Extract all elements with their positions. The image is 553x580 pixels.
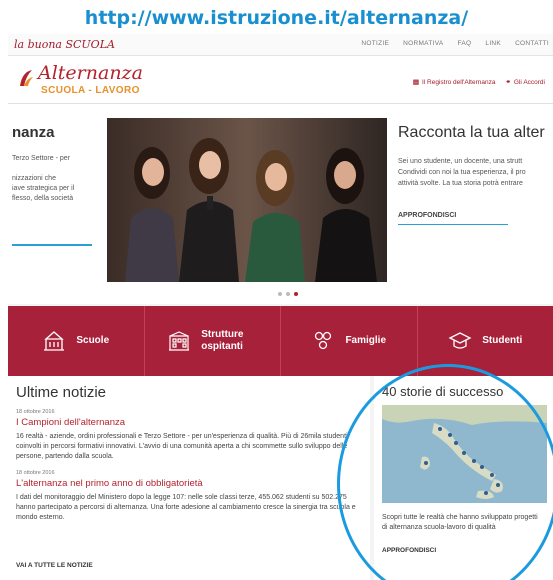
hero-left-line-4: flesso, della società: [12, 195, 74, 202]
news-item: 18 ottobre 2016 I Campioni dell'alternan…: [16, 409, 362, 462]
nav-link[interactable]: LINK: [485, 40, 501, 47]
italy-map-image: [382, 405, 547, 503]
category-strutture-label: Strutture ospitanti: [201, 329, 244, 352]
hero-left-line-1: Terzo Settore - per: [12, 155, 70, 162]
hero-left-line-3: iave strategica per il: [12, 185, 75, 192]
carousel-dot-2[interactable]: [286, 292, 290, 296]
success-approfondisci-link[interactable]: APPROFONDISCI: [382, 547, 545, 554]
registro-label: Il Registro dell'Alternanza: [421, 79, 496, 86]
category-scuole-label: Scuole: [76, 335, 110, 346]
nav-contatti[interactable]: CONTATTI: [515, 40, 549, 47]
alternanza-logo-icon: [20, 70, 33, 86]
url-banner: http://www.istruzione.it/alternanza/: [84, 7, 469, 29]
link-icon: ⚭: [505, 79, 511, 86]
register-icon: ▤: [412, 79, 419, 86]
category-strutture-ospitanti[interactable]: Strutture ospitanti: [145, 306, 281, 376]
news-title-link[interactable]: L'alternanza nel primo anno di obbligato…: [16, 478, 362, 489]
news-title-link[interactable]: I Campioni dell'alternanza: [16, 417, 362, 428]
news-heading: Ultime notizie: [16, 384, 107, 401]
hero-approfondisci-link[interactable]: APPROFONDISCI: [398, 212, 456, 219]
hero-photo-students[interactable]: [107, 118, 387, 282]
hero-right-line-2: Condividi con noi la tua esperienza, il …: [398, 169, 526, 176]
all-news-link[interactable]: VAI A TUTTE LE NOTIZIE: [16, 562, 93, 569]
category-famiglie-label: Famiglie: [345, 335, 387, 346]
hero-carousel: nanza Terzo Settore - per nizzazioni che…: [8, 104, 553, 304]
hero-left-text: Terzo Settore - per nizzazioni che iave …: [12, 154, 104, 204]
carousel-dots: [278, 292, 298, 296]
students-icon: [448, 332, 472, 349]
category-scuole[interactable]: Scuole: [8, 306, 145, 376]
carousel-dot-3[interactable]: [294, 292, 298, 296]
success-text: Scopri tutte le realtà che hanno svilupp…: [382, 514, 538, 531]
category-studenti[interactable]: Studenti: [418, 306, 553, 376]
success-heading: 40 storie di successo: [382, 384, 504, 399]
logo-subtitle: SCUOLA - LAVORO: [41, 85, 140, 96]
logo-title[interactable]: Alternanza: [38, 62, 143, 84]
host-structure-icon: [169, 331, 190, 351]
family-icon: [315, 331, 332, 350]
carousel-dot-1[interactable]: [278, 292, 282, 296]
news-date: 18 ottobre 2016: [16, 409, 55, 415]
success-stories-section: 40 storie di successo Scopri tutte le re…: [374, 376, 553, 580]
website-screenshot: la buona SCUOLA NOTIZIE NORMATIVA FAQ LI…: [8, 34, 553, 580]
news-text: 16 realtà - aziende, ordini professional…: [16, 433, 348, 460]
nav-normativa[interactable]: NORMATIVA: [403, 40, 443, 47]
header-links: ▤ Il Registro dell'Alternanza ⚭ Gli Accord…: [413, 78, 545, 86]
news-item: 18 ottobre 2016 L'alternanza nel primo a…: [16, 470, 362, 523]
italy-map[interactable]: [382, 405, 547, 503]
top-nav: NOTIZIE NORMATIVA FAQ LINK CONTATTI: [361, 40, 549, 47]
hero-left-divider: [12, 244, 92, 246]
category-famiglie[interactable]: Famiglie: [281, 306, 418, 376]
nav-faq[interactable]: FAQ: [458, 40, 472, 47]
nav-notizie[interactable]: NOTIZIE: [361, 40, 389, 47]
category-bar: Scuole Strutture ospitanti Famiglie Stud…: [8, 306, 553, 376]
hero-right-title: Racconta la tua alter: [398, 124, 545, 141]
news-text: I dati del monitoraggio del Ministero do…: [16, 494, 356, 521]
accordi-link[interactable]: ⚭ Gli Accordi: [505, 78, 545, 86]
hero-left-title: nanza: [12, 124, 55, 141]
school-building-icon: [44, 331, 65, 351]
category-studenti-label: Studenti: [482, 335, 523, 346]
la-buona-scuola-brand[interactable]: la buona SCUOLA: [14, 38, 115, 51]
hero-right-line-3: attività svolte. La tua storia potrà ent…: [398, 180, 523, 187]
site-header: Alternanza SCUOLA - LAVORO ▤ Il Registro …: [8, 56, 553, 104]
news-section: Ultime notizie 18 ottobre 2016 I Campion…: [8, 376, 370, 580]
hero-right-line-1: Sei uno studente, un docente, una strutt: [398, 158, 523, 165]
registro-link[interactable]: ▤ Il Registro dell'Alternanza: [413, 78, 496, 86]
accordi-label: Gli Accordi: [513, 79, 545, 86]
students-photo-image: [107, 118, 387, 282]
hero-left-line-2: nizzazioni che: [12, 175, 56, 182]
news-date: 18 ottobre 2016: [16, 470, 55, 476]
top-bar: la buona SCUOLA NOTIZIE NORMATIVA FAQ LI…: [8, 34, 553, 56]
hero-right-text: Sei uno studente, un docente, una strutt…: [398, 156, 553, 189]
hero-right-divider: [398, 224, 508, 225]
